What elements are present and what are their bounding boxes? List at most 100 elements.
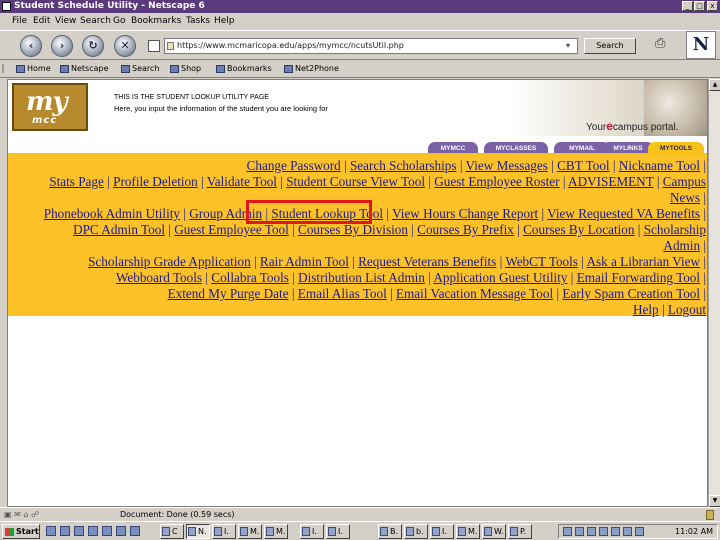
page-proxy-icon[interactable]	[148, 40, 160, 52]
toolbar-net2phone[interactable]: Net2Phone	[284, 60, 339, 78]
quicklaunch-app4-icon[interactable]	[130, 526, 140, 536]
taskbar-button-13[interactable]: P.	[508, 524, 532, 539]
taskbar-button-6[interactable]: I.	[300, 524, 324, 539]
toolbar-bookmarks[interactable]: Bookmarks	[216, 60, 272, 78]
link-guest-employee-roster[interactable]: Guest Employee Roster	[434, 174, 559, 189]
taskbar-button-7[interactable]: I.	[326, 524, 350, 539]
link-search-scholarships[interactable]: Search Scholarships	[350, 158, 457, 173]
link-profile-deletion[interactable]: Profile Deletion	[113, 174, 198, 189]
link-scholarship-grade-application[interactable]: Scholarship Grade Application	[88, 254, 251, 269]
link-campus-news[interactable]: Campus	[663, 174, 706, 189]
netscape-logo[interactable]: N	[686, 31, 716, 59]
quicklaunch-outlook-icon[interactable]	[60, 526, 70, 536]
link-early-spam-creation-tool[interactable]: Early Spam Creation Tool	[562, 286, 700, 301]
quicklaunch-app2-icon[interactable]	[102, 526, 112, 536]
taskbar-button-3[interactable]: I.	[212, 524, 236, 539]
link-webct-tools[interactable]: WebCT Tools	[505, 254, 578, 269]
link-extend-my-purge-date[interactable]: Extend My Purge Date	[168, 286, 289, 301]
link-ask-a-librarian-view[interactable]: Ask a Librarian View	[586, 254, 700, 269]
menu-help[interactable]: Help	[214, 13, 235, 30]
link-validate-tool[interactable]: Validate Tool	[207, 174, 277, 189]
link-webboard-tools[interactable]: Webboard Tools	[116, 270, 202, 285]
scroll-down-arrow-icon[interactable]: ▼	[709, 495, 720, 507]
quicklaunch-ie-icon[interactable]	[46, 526, 56, 536]
link-help[interactable]: Help	[633, 302, 659, 317]
search-button[interactable]: Search	[584, 38, 636, 54]
maximize-button[interactable]: □	[694, 1, 705, 11]
link-request-veterans-benefits[interactable]: Request Veterans Benefits	[358, 254, 496, 269]
link-student-lookup-tool[interactable]: Student Lookup Tool	[271, 206, 383, 221]
link-nickname-tool[interactable]: Nickname Tool	[619, 158, 700, 173]
link-cbt-tool[interactable]: CBT Tool	[557, 158, 609, 173]
toolbar-search[interactable]: Search	[121, 60, 159, 78]
tray-messenger-icon[interactable]	[599, 527, 608, 536]
toolbar-home[interactable]: Home	[16, 60, 51, 78]
taskbar-clock[interactable]: 11:02 AM	[675, 525, 713, 538]
quicklaunch-app3-icon[interactable]	[116, 526, 126, 536]
link-stats-page[interactable]: Stats Page	[49, 174, 104, 189]
link-email-vacation-message-tool[interactable]: Email Vacation Message Tool	[396, 286, 553, 301]
link-student-course-view-tool[interactable]: Student Course View Tool	[286, 174, 425, 189]
taskbar-button-2[interactable]: N.	[186, 524, 210, 539]
tray-display-icon[interactable]	[635, 527, 644, 536]
url-dropdown-icon[interactable]: ▾	[566, 40, 576, 52]
menu-file[interactable]: File	[12, 13, 27, 30]
tray-printer-icon[interactable]	[611, 527, 620, 536]
menu-view[interactable]: View	[55, 13, 76, 30]
reload-icon[interactable]: ↻	[82, 35, 104, 57]
taskbar-button-10[interactable]: I.	[430, 524, 454, 539]
link-collabra-tools[interactable]: Collabra Tools	[211, 270, 289, 285]
link-group-admin[interactable]: Group Admin	[189, 206, 262, 221]
back-arrow-icon[interactable]: ‹	[20, 35, 42, 57]
url-field[interactable]: https://www.mcmaricopa.edu/apps/mymcc/nc…	[164, 38, 578, 54]
taskbar-button-1[interactable]: C	[160, 524, 184, 539]
scroll-up-arrow-icon[interactable]: ▲	[709, 79, 720, 91]
taskbar-button-9[interactable]: b.	[404, 524, 428, 539]
mymcc-logo[interactable]: my mcc	[12, 83, 88, 131]
menu-tasks[interactable]: Tasks	[186, 13, 210, 30]
security-lock-icon[interactable]	[706, 510, 714, 520]
forward-arrow-icon[interactable]: ›	[51, 35, 73, 57]
toolbar-netscape[interactable]: Netscape	[60, 60, 109, 78]
link-change-password[interactable]: Change Password	[247, 158, 341, 173]
link-advisement[interactable]: ADVISEMENT	[568, 174, 653, 189]
vertical-scrollbar[interactable]: ▲ ▼	[708, 79, 720, 507]
close-button[interactable]: x	[707, 1, 718, 11]
link-courses-by-prefix[interactable]: Courses By Prefix	[417, 222, 514, 237]
tray-app-icon[interactable]	[623, 527, 632, 536]
link-guest-employee-tool[interactable]: Guest Employee Tool	[174, 222, 289, 237]
link-email-forwarding-tool[interactable]: Email Forwarding Tool	[577, 270, 700, 285]
link-scholarship-admin-cont[interactable]: Admin	[663, 238, 700, 253]
link-rair-admin-tool[interactable]: Rair Admin Tool	[260, 254, 349, 269]
tray-network-icon[interactable]	[563, 527, 572, 536]
taskbar-button-4[interactable]: M.	[238, 524, 262, 539]
status-component-icons[interactable]: ▣ ✉ ⌂ ☍	[4, 510, 104, 520]
tray-volume-icon[interactable]	[575, 527, 584, 536]
link-phonebook-admin-utility[interactable]: Phonebook Admin Utility	[44, 206, 180, 221]
menu-go[interactable]: Go	[113, 13, 125, 30]
link-scholarship-admin[interactable]: Scholarship	[644, 222, 706, 237]
link-courses-by-location[interactable]: Courses By Location	[523, 222, 634, 237]
link-view-hours-change-report[interactable]: View Hours Change Report	[392, 206, 538, 221]
menu-bookmarks[interactable]: Bookmarks	[131, 13, 181, 30]
quicklaunch-app1-icon[interactable]	[88, 526, 98, 536]
link-campus-news-cont[interactable]: News	[670, 190, 700, 205]
start-button[interactable]: Start	[2, 524, 40, 539]
tray-antivirus-icon[interactable]	[587, 527, 596, 536]
menu-edit[interactable]: Edit	[33, 13, 50, 30]
menu-search[interactable]: Search	[80, 13, 111, 30]
quicklaunch-desktop-icon[interactable]	[74, 526, 84, 536]
taskbar-button-8[interactable]: B.	[378, 524, 402, 539]
link-view-messages[interactable]: View Messages	[466, 158, 548, 173]
print-icon[interactable]: ⎙	[655, 36, 677, 52]
minimize-button[interactable]: _	[682, 1, 693, 11]
link-application-guest-utility[interactable]: Application Guest Utility	[433, 270, 567, 285]
link-distribution-list-admin[interactable]: Distribution List Admin	[298, 270, 425, 285]
link-view-requested-va-benefits[interactable]: View Requested VA Benefits	[547, 206, 700, 221]
link-courses-by-division[interactable]: Courses By Division	[298, 222, 408, 237]
sidebar-collapsed-strip[interactable]	[0, 79, 7, 507]
toolbar-grip-icon[interactable]	[2, 64, 10, 73]
link-email-alias-tool[interactable]: Email Alias Tool	[298, 286, 387, 301]
taskbar-button-12[interactable]: W.	[482, 524, 506, 539]
stop-icon[interactable]: ✕	[114, 35, 136, 57]
